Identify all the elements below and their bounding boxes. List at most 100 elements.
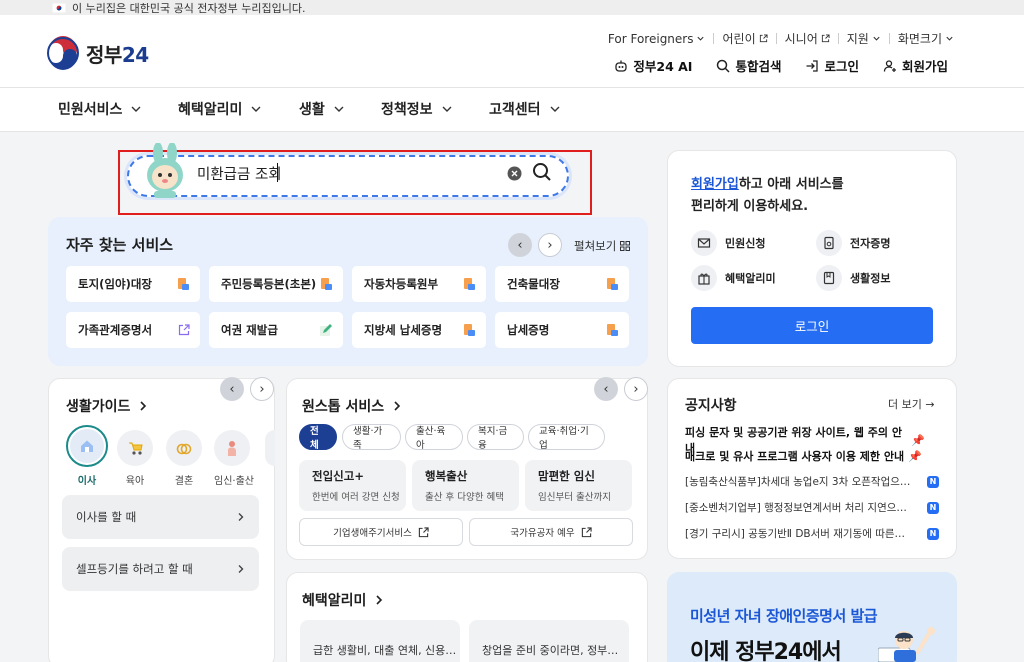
feature-e-certificate[interactable]: 전자증명 <box>816 230 890 256</box>
new-badge: N <box>927 475 939 488</box>
chevron-right-icon <box>238 565 244 573</box>
mail-icon <box>697 238 711 248</box>
notice-item[interactable]: 매크로 및 유사 프로그램 사용자 이용 제한 안내 📌 <box>685 448 925 464</box>
pin-icon: 📌 <box>908 449 922 463</box>
frequent-services-title: 자주 찾는 서비스 <box>66 236 174 254</box>
life-category-label: 임신·출산 <box>214 476 254 487</box>
nav-item-customer-center[interactable]: 고객센터 <box>489 99 561 119</box>
life-guide-item[interactable]: 셀프등기를 하려고 할 때 <box>62 547 259 591</box>
chevron-right-icon <box>376 595 383 605</box>
next-button[interactable]: › <box>538 233 562 257</box>
service-item[interactable]: 자동차등록원부 <box>352 266 486 302</box>
search-icon <box>717 59 730 73</box>
document-icon <box>464 324 475 336</box>
service-item[interactable]: 여권 재발급 <box>209 312 343 348</box>
search-input-value[interactable]: 미환급금 조회 <box>197 163 282 184</box>
onestop-tile[interactable]: 전입신고+ 한번에 여러 강면 신청 <box>299 460 406 511</box>
chevron-left-icon: ‹ <box>603 381 609 397</box>
nav-item-policy-info[interactable]: 정책정보 <box>381 99 453 119</box>
chip-life-family[interactable]: 생활·가족 <box>342 424 401 451</box>
gift-icon <box>698 273 710 285</box>
nav-item-benefit-alert[interactable]: 혜택알리미 <box>178 99 262 119</box>
feature-life-info[interactable]: 생활정보 <box>816 265 890 291</box>
chip-welfare-finance[interactable]: 복지·금융 <box>467 424 524 451</box>
chip-birth-parenting[interactable]: 출산·육아 <box>405 424 463 451</box>
chevron-down-icon <box>131 106 141 112</box>
service-item[interactable]: 주민등록등본(초본) <box>209 266 343 302</box>
new-badge: N <box>927 501 939 514</box>
service-item[interactable]: 건축물대장 <box>495 266 629 302</box>
util-link-foreigners[interactable]: For Foreigners <box>608 32 706 46</box>
arrow-right-icon: → <box>925 398 935 411</box>
external-link-icon <box>178 324 190 336</box>
benefit-tile[interactable]: 급한 생활비, 대출 연체, 신용… <box>300 620 460 662</box>
header <box>0 15 1024 88</box>
notice-title: 공지사항 <box>685 398 737 414</box>
edit-icon <box>320 324 332 336</box>
next-button[interactable]: › <box>624 377 648 401</box>
onestop-tile[interactable]: 맘편한 임신 임신부터 출산까지 <box>525 460 632 511</box>
document-icon <box>607 324 618 336</box>
service-item[interactable]: 가족관계증명서 <box>66 312 200 348</box>
service-item[interactable]: 토지(임야)대장 <box>66 266 200 302</box>
service-item[interactable]: 납세증명 <box>495 312 629 348</box>
logo[interactable]: 정부24 <box>46 36 149 70</box>
util-link-senior[interactable]: 시니어 <box>785 30 830 47</box>
feature-benefit-alert[interactable]: 혜택알리미 <box>691 265 776 291</box>
service-item[interactable]: 지방세 납세증명 <box>352 312 486 348</box>
integrated-search-link[interactable]: 통합검색 <box>716 56 781 75</box>
life-guide-title[interactable]: 생활가이드 <box>66 396 148 416</box>
chevron-down-icon <box>697 36 705 41</box>
onestop-tile[interactable]: 행복출산 출산 후 다양한 혜택 <box>412 460 519 511</box>
ai-link[interactable]: 정부24 AI <box>614 56 692 75</box>
chip-education-job[interactable]: 교육·취업·기업 <box>528 424 605 451</box>
life-category-marriage[interactable] <box>166 430 202 466</box>
bookmark-icon <box>823 271 835 285</box>
rabbit-mascot-icon <box>147 143 183 198</box>
onestop-title[interactable]: 원스톱 서비스 <box>302 396 402 416</box>
onestop-link-veterans[interactable]: 국가유공자 예우 <box>469 518 633 546</box>
chevron-down-icon <box>873 36 880 41</box>
login-button[interactable]: 로그인 <box>691 307 933 344</box>
notice-item[interactable]: [중소벤처기업부] 행정정보연계서버 처리 지연으… N <box>685 500 939 515</box>
life-guide-item[interactable]: 이사를 할 때 <box>62 495 259 539</box>
chip-all[interactable]: 전체 <box>299 424 337 451</box>
chevron-down-icon <box>251 106 261 112</box>
search-input[interactable] <box>127 155 569 197</box>
next-button[interactable]: › <box>250 377 274 401</box>
life-category-moving[interactable] <box>66 425 108 467</box>
notice-item[interactable]: [농림축산식품부]차세대 농업e지 3차 오픈작업으… N <box>685 474 939 489</box>
person-waving-icon <box>878 627 935 662</box>
prev-button[interactable]: ‹ <box>594 377 618 401</box>
utility-links: For Foreigners 어린이 시니어 지원 화면크기 <box>608 30 954 47</box>
feature-civil-application[interactable]: 민원신청 <box>691 230 765 256</box>
signup-link[interactable]: 회원가입 <box>883 56 948 75</box>
prev-button[interactable]: ‹ <box>508 233 532 257</box>
house-icon <box>81 440 93 452</box>
pregnant-person-icon <box>228 441 236 456</box>
util-link-screen-size[interactable]: 화면크기 <box>898 30 954 47</box>
external-link-icon <box>821 34 830 43</box>
notice-item[interactable]: [경기 구리시] 공동기반Ⅱ DB서버 재기동에 따른… N <box>685 526 939 541</box>
spread-view-button[interactable]: 펼쳐보기 <box>574 238 631 254</box>
prev-button[interactable]: ‹ <box>220 377 244 401</box>
gov-banner-text: 이 누리집은 대한민국 공식 전자정부 누리집입니다. <box>72 1 306 15</box>
nav-item-life[interactable]: 생활 <box>299 99 345 119</box>
nav-item-civil-service[interactable]: 민원서비스 <box>58 99 142 119</box>
life-category-parenting[interactable] <box>117 430 153 466</box>
document-icon <box>607 278 618 290</box>
onestop-link-business-lifecycle[interactable]: 기업생애주기서비스 <box>299 518 463 546</box>
benefit-alert-title[interactable]: 혜택알리미 <box>302 590 384 610</box>
notice-more-link[interactable]: 더 보기 → <box>888 396 935 412</box>
clear-icon[interactable] <box>507 166 522 181</box>
life-category-pregnancy[interactable] <box>214 430 250 466</box>
util-link-support[interactable]: 지원 <box>847 30 881 47</box>
search-icon[interactable] <box>532 162 552 182</box>
login-link[interactable]: 로그인 <box>805 56 859 75</box>
life-category-label: 이사 <box>77 476 97 487</box>
benefit-tile[interactable]: 창업을 준비 중이라면, 정부… <box>469 620 629 662</box>
util-link-children[interactable]: 어린이 <box>722 30 768 47</box>
signup-inline-link[interactable]: 회원가입 <box>691 177 739 192</box>
chevron-right-icon <box>140 401 147 411</box>
main-nav: 민원서비스 혜택알리미 생활 정책정보 고객센터 <box>0 88 1024 132</box>
